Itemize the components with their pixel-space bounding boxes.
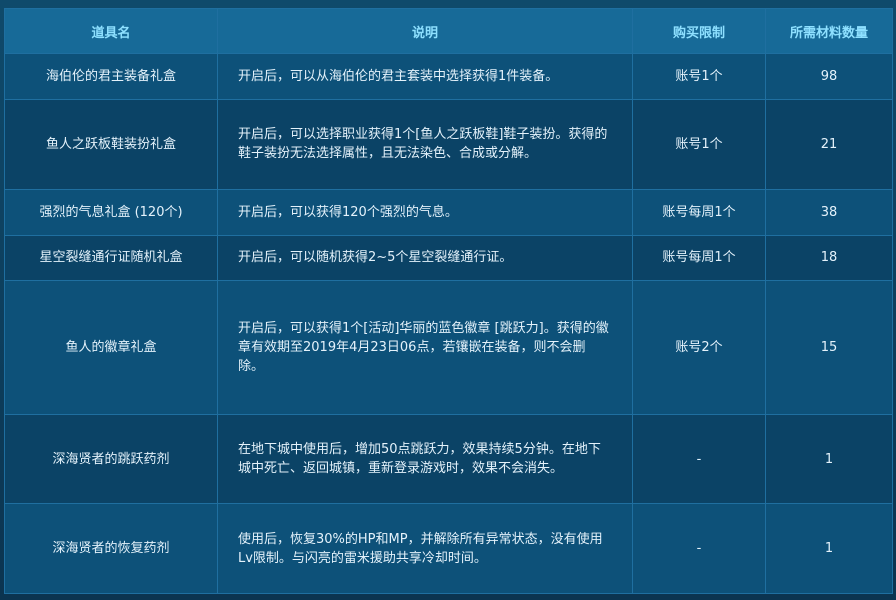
item-name-cell: 强烈的气息礼盒 (120个) (4, 188, 218, 236)
page-background: 道具名 说明 购买限制 所需材料数量 海伯伦的君主装备礼盒 开启后，可以从海伯伦… (0, 0, 896, 600)
material-quantity-cell: 38 (765, 188, 893, 236)
item-description-cell: 使用后，恢复30%的HP和MP，并解除所有异常状态，没有使用Lv限制。与闪亮的雷… (217, 503, 633, 594)
item-name-cell: 深海贤者的跳跃药剂 (4, 413, 218, 505)
table-row: 星空裂缝通行证随机礼盒 开启后，可以随机获得2~5个星空裂缝通行证。 账号每周1… (4, 234, 893, 282)
purchase-limit-cell: - (632, 413, 766, 505)
table-row: 深海贤者的恢复药剂 使用后，恢复30%的HP和MP，并解除所有异常状态，没有使用… (4, 503, 893, 594)
item-description-cell: 开启后，可以随机获得2~5个星空裂缝通行证。 (217, 234, 633, 282)
material-quantity-cell: 18 (765, 234, 893, 282)
purchase-limit-cell: 账号每周1个 (632, 188, 766, 236)
item-table: 道具名 说明 购买限制 所需材料数量 海伯伦的君主装备礼盒 开启后，可以从海伯伦… (4, 8, 893, 594)
item-name-cell: 深海贤者的恢复药剂 (4, 503, 218, 594)
item-description-cell: 开启后，可以获得120个强烈的气息。 (217, 188, 633, 236)
material-quantity-cell: 1 (765, 503, 893, 594)
item-name-cell: 海伯伦的君主装备礼盒 (4, 53, 218, 100)
table-row: 强烈的气息礼盒 (120个) 开启后，可以获得120个强烈的气息。 账号每周1个… (4, 188, 893, 236)
table-row: 深海贤者的跳跃药剂 在地下城中使用后，增加50点跳跃力，效果持续5分钟。在地下城… (4, 413, 893, 505)
item-name-cell: 鱼人的徽章礼盒 (4, 280, 218, 415)
item-description-cell: 开启后，可以选择职业获得1个[鱼人之跃板鞋]鞋子装扮。获得的鞋子装扮无法选择属性… (217, 98, 633, 190)
item-description-cell: 开启后，可以获得1个[活动]华丽的蓝色徽章 [跳跃力]。获得的徽章有效期至201… (217, 280, 633, 415)
column-header-material-quantity: 所需材料数量 (765, 8, 893, 54)
table-row: 鱼人的徽章礼盒 开启后，可以获得1个[活动]华丽的蓝色徽章 [跳跃力]。获得的徽… (4, 280, 893, 415)
material-quantity-cell: 98 (765, 53, 893, 100)
item-name-cell: 星空裂缝通行证随机礼盒 (4, 234, 218, 282)
column-header-item-name: 道具名 (4, 8, 218, 54)
material-quantity-cell: 21 (765, 98, 893, 190)
purchase-limit-cell: 账号每周1个 (632, 234, 766, 282)
column-header-purchase-limit: 购买限制 (632, 8, 766, 54)
table-header-row: 道具名 说明 购买限制 所需材料数量 (4, 8, 893, 54)
material-quantity-cell: 15 (765, 280, 893, 415)
purchase-limit-cell: 账号1个 (632, 53, 766, 100)
purchase-limit-cell: 账号1个 (632, 98, 766, 190)
table-row: 海伯伦的君主装备礼盒 开启后，可以从海伯伦的君主套装中选择获得1件装备。 账号1… (4, 53, 893, 100)
item-description-cell: 开启后，可以从海伯伦的君主套装中选择获得1件装备。 (217, 53, 633, 100)
purchase-limit-cell: - (632, 503, 766, 594)
item-description-cell: 在地下城中使用后，增加50点跳跃力，效果持续5分钟。在地下城中死亡、返回城镇，重… (217, 413, 633, 505)
table-row: 鱼人之跃板鞋装扮礼盒 开启后，可以选择职业获得1个[鱼人之跃板鞋]鞋子装扮。获得… (4, 98, 893, 190)
item-name-cell: 鱼人之跃板鞋装扮礼盒 (4, 98, 218, 190)
column-header-description: 说明 (217, 8, 633, 54)
material-quantity-cell: 1 (765, 413, 893, 505)
purchase-limit-cell: 账号2个 (632, 280, 766, 415)
